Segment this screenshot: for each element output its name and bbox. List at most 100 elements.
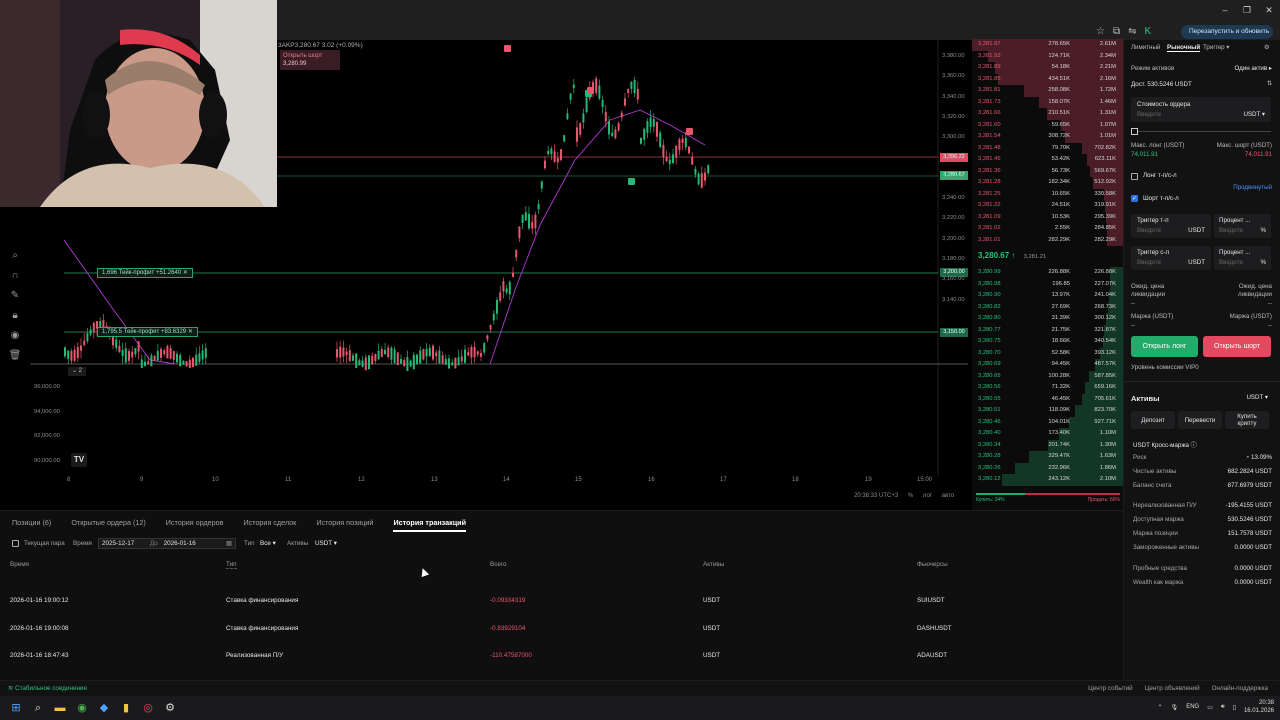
bid-row[interactable]: 3,280.12 243.12K 2.10M (972, 474, 1123, 486)
ask-row[interactable]: 3,281.81 258.08K 1.72M (972, 85, 1123, 97)
settings-icon[interactable]: ⚙ (162, 700, 178, 716)
swap-icon[interactable]: ⇅ (1267, 80, 1272, 87)
ask-row[interactable]: 3,281.36 56.73K 569.67K (972, 165, 1123, 177)
clock[interactable]: 20:38 16.01.2026 (1244, 699, 1274, 715)
star-icon[interactable]: ☆ (1096, 26, 1105, 37)
type-select[interactable]: Все ▾ (260, 540, 276, 547)
assets-unit-select[interactable]: USDT ▾ (1246, 394, 1268, 401)
volume-icon[interactable]: 🔊︎ (1221, 704, 1225, 711)
bid-row[interactable]: 3,280.46 104.01K 927.71K (972, 416, 1123, 428)
ask-row[interactable]: 3,281.85 434.51K 2.16M (972, 73, 1123, 85)
tab-limit[interactable]: Лимитный (1131, 44, 1160, 51)
col-header-type[interactable]: Тип (226, 561, 237, 569)
order-cost-input[interactable]: Стоимость ордера Введите USDT ▾ (1131, 97, 1271, 122)
bid-row[interactable]: 3,280.40 173.40K 1.10M (972, 428, 1123, 440)
sl-trigger-input[interactable]: Триггер с-л Введите USDT (1131, 246, 1211, 270)
bid-row[interactable]: 3,280.69 94.45K 487.57K (972, 359, 1123, 371)
current-pair-checkbox[interactable] (12, 540, 19, 547)
windows-start-icon[interactable]: ⊞ (8, 700, 24, 716)
percent-toggle[interactable]: % (908, 493, 913, 499)
relaunch-update-button[interactable]: Перезапустить и обновить (1181, 25, 1273, 39)
minimize-button[interactable]: – (1214, 0, 1236, 20)
close-icon[interactable]: ✕ (183, 270, 188, 276)
order-book-mid-price[interactable]: 3,280.67 ↑ 3,281.21 (978, 251, 1046, 260)
collapse-panel-toggle[interactable]: ⌄ 2 (68, 367, 86, 376)
date-range-input[interactable]: 2025-12-17 До 2026-01-16 ▦ (98, 538, 236, 549)
tab-market[interactable]: Рыночный (1167, 44, 1201, 52)
chevron-up-icon[interactable]: ⌃ (1158, 704, 1163, 711)
bid-row[interactable]: 3,280.56 71.32K 659.16K (972, 382, 1123, 394)
mic-icon[interactable]: 🎙︎ (1171, 704, 1179, 711)
ask-row[interactable]: 3,281.22 24.51K 319.91K (972, 200, 1123, 212)
bid-row[interactable]: 3,280.90 13.97K 241.04K (972, 290, 1123, 302)
tab-position-history[interactable]: История позиций (316, 518, 373, 532)
support-link[interactable]: Онлайн-поддержка (1212, 685, 1268, 692)
trash-icon[interactable]: 🗑︎ (6, 350, 24, 361)
long-tpsl-checkbox[interactable] (1131, 173, 1138, 180)
ask-row[interactable]: 3,281.02 2.55K 284.85K (972, 223, 1123, 235)
bid-row[interactable]: 3,280.77 21.75K 321.87K (972, 324, 1123, 336)
deposit-button[interactable]: Депозит (1131, 411, 1175, 429)
transfer-button[interactable]: Перевести (1178, 411, 1222, 429)
ask-row[interactable]: 3,281.25 10.65K 330.58K (972, 188, 1123, 200)
open-short-chip[interactable]: Открыть шорт 3,280.99 (280, 50, 340, 70)
pencil-icon[interactable]: ✎ (6, 290, 24, 301)
sl-percent-input[interactable]: Процент ... Введите % (1214, 246, 1271, 270)
lock-icon[interactable]: 🔒︎ (6, 310, 24, 321)
bid-row[interactable]: 3,280.80 31.39K 300.12K (972, 313, 1123, 325)
tab-positions[interactable]: Позиции (6) (12, 518, 51, 532)
assets-filter-select[interactable]: USDT ▾ (315, 540, 337, 547)
file-explorer-icon[interactable]: ▬ (52, 700, 68, 716)
profile-icon[interactable]: K (1145, 26, 1152, 37)
chart-app-icon[interactable]: ▮ (118, 700, 134, 716)
bid-row[interactable]: 3,280.55 46.45K 705.61K (972, 393, 1123, 405)
search-icon[interactable]: ⌕ (30, 700, 46, 716)
tp-percent-input[interactable]: Процент ... Введите % (1214, 214, 1271, 238)
ask-row[interactable]: 3,281.28 182.34K 512.92K (972, 177, 1123, 189)
ask-row[interactable]: 3,281.73 158.07K 1.46M (972, 96, 1123, 108)
tab-transaction-history[interactable]: История транзакций (393, 518, 467, 532)
language-indicator[interactable]: ENG (1186, 704, 1199, 710)
ask-row[interactable]: 3,281.60 59.65K 1.07M (972, 119, 1123, 131)
ask-row[interactable]: 3,281.89 54.18K 2.21M (972, 62, 1123, 74)
extension-icon[interactable]: ⧉ (1113, 26, 1120, 37)
ask-row[interactable]: 3,281.66 210.51K 1.31M (972, 108, 1123, 120)
bid-row[interactable]: 3,280.82 27.69K 268.73K (972, 301, 1123, 313)
tp-trigger-input[interactable]: Триггер т-п Введите USDT (1131, 214, 1211, 238)
ask-row[interactable]: 3,281.09 10.53K 295.39K (972, 211, 1123, 223)
magnet-icon[interactable]: ∩ (6, 270, 24, 281)
network-icon[interactable]: ▭ (1207, 704, 1213, 711)
close-icon[interactable]: ✕ (188, 329, 193, 335)
battery-icon[interactable]: ▯ (1233, 704, 1236, 711)
advanced-link[interactable]: Продвинутый (1233, 184, 1272, 191)
bid-row[interactable]: 3,280.65 100.28K 587.85K (972, 370, 1123, 382)
bid-row[interactable]: 3,280.98 196.85 227.07K (972, 278, 1123, 290)
tab-order-history[interactable]: История ордеров (166, 518, 224, 532)
open-long-button[interactable]: Открыть лонг (1131, 336, 1198, 357)
bid-row[interactable]: 3,280.26 232.96K 1.86M (972, 462, 1123, 474)
tab-trigger[interactable]: Триггер ▾ (1203, 44, 1229, 51)
bid-row[interactable]: 3,280.99 226.88K 226.88K (972, 267, 1123, 279)
bid-row[interactable]: 3,280.51 118.09K 823.70K (972, 405, 1123, 417)
events-center-link[interactable]: Центр событий (1088, 685, 1133, 692)
calendar-icon[interactable]: ▦ (226, 539, 232, 548)
ask-row[interactable]: 3,281.97 278.65K 2.61M (972, 39, 1123, 51)
asset-mode-value[interactable]: Один актив ▸ (1235, 65, 1273, 72)
log-toggle[interactable]: лог (923, 493, 932, 499)
take-profit-chip[interactable]: 1,696 Тейк-профит +51.2640 ✕ (97, 268, 193, 278)
ask-row[interactable]: 3,281.54 308.72K 1.01M (972, 131, 1123, 143)
cast-icon[interactable]: ⇋ (1128, 26, 1136, 37)
fee-level[interactable]: Уровень комиссии VIP0 (1131, 364, 1199, 371)
zoom-icon[interactable]: ⌕ (6, 250, 24, 261)
order-cost-unit[interactable]: USDT ▾ (1243, 111, 1265, 118)
auto-toggle[interactable]: авто (942, 493, 954, 499)
ask-row[interactable]: 3,281.93 124.71K 2.34M (972, 50, 1123, 62)
open-short-button[interactable]: Открыть шорт (1203, 336, 1271, 357)
tab-open-orders[interactable]: Открытые ордера (12) (71, 518, 145, 532)
bid-row[interactable]: 3,280.75 18.66K 340.54K (972, 336, 1123, 348)
chrome-icon[interactable]: ◉ (74, 700, 90, 716)
close-button[interactable]: ✕ (1258, 0, 1280, 20)
app-icon[interactable]: ◆ (96, 700, 112, 716)
obs-icon[interactable]: ◎ (140, 700, 156, 716)
ask-row[interactable]: 3,281.01 282.29K 282.29K (972, 234, 1123, 246)
